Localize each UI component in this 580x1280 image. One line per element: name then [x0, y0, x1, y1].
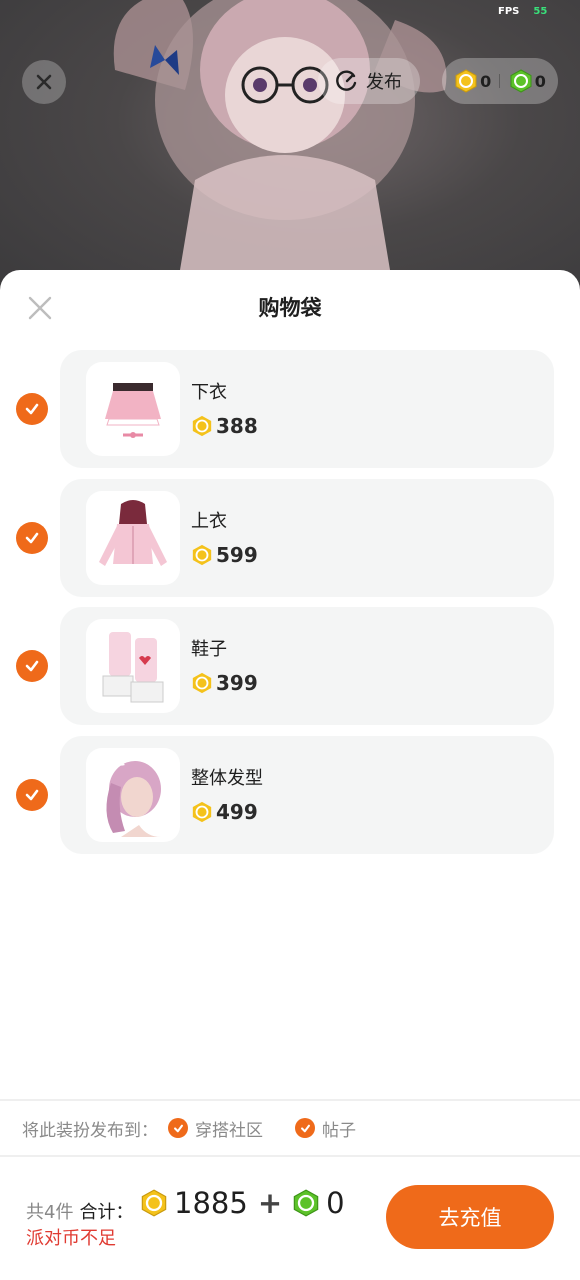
cart-item: 上衣 599	[0, 479, 580, 597]
gold-coin-icon	[455, 69, 477, 93]
item-checkbox[interactable]	[16, 393, 48, 425]
gold-coin-icon	[141, 1189, 167, 1217]
close-icon	[36, 74, 52, 90]
shoes-thumbnail	[86, 619, 180, 713]
close-preview-button[interactable]	[22, 60, 66, 104]
item-count-line: 共4件 合计：	[26, 1198, 133, 1224]
coin-divider	[499, 74, 501, 88]
cart-item: 鞋子 399	[0, 607, 580, 725]
publish-option-community[interactable]: 穿搭社区	[168, 1116, 263, 1141]
item-card[interactable]: 整体发型 499	[60, 736, 554, 854]
green-total: 0	[326, 1186, 345, 1220]
check-icon	[25, 789, 39, 801]
option-label: 穿搭社区	[195, 1120, 263, 1141]
check-icon	[25, 403, 39, 415]
item-price-value: 499	[216, 800, 258, 824]
green-coin-count: 0	[534, 71, 546, 91]
check-icon	[25, 660, 39, 672]
avatar-preview-scene	[0, 0, 580, 300]
publish-icon	[336, 70, 357, 91]
fps-counter: FPS 55	[498, 6, 547, 17]
publish-target-row: 将此装扮发布到： 穿搭社区 帖子	[0, 1100, 580, 1156]
hairstyle-thumbnail	[86, 748, 180, 842]
item-name: 上衣	[191, 511, 227, 532]
total-label: 合计：	[79, 1202, 134, 1223]
item-name: 整体发型	[191, 768, 263, 789]
skirt-icon	[105, 383, 161, 438]
item-price-value: 388	[216, 414, 258, 438]
item-card[interactable]: 鞋子 399	[60, 607, 554, 725]
total-amount: 1885 + 0	[140, 1186, 345, 1220]
item-price: 499	[191, 800, 258, 824]
coin-balance[interactable]: 0 0	[442, 58, 558, 104]
sheet-title: 购物袋	[258, 296, 322, 320]
check-icon	[173, 1124, 183, 1132]
green-coin-icon	[510, 69, 532, 93]
item-checkbox[interactable]	[16, 522, 48, 554]
publish-label: 发布	[366, 72, 402, 93]
item-price-value: 599	[216, 543, 258, 567]
gold-coin-icon	[192, 415, 212, 437]
avatar-illustration	[113, 0, 447, 300]
checkout-footer: 共4件 合计： 1885 + 0 派对币不足 去充值	[0, 1158, 580, 1280]
hairstyle-icon	[106, 757, 161, 837]
fps-label: FPS	[498, 6, 520, 17]
gold-coin-icon	[192, 801, 212, 823]
gold-coin-icon	[192, 544, 212, 566]
check-icon	[25, 532, 39, 544]
option-checkbox	[168, 1118, 188, 1138]
plus-sign: +	[257, 1186, 283, 1220]
skirt-thumbnail	[86, 362, 180, 456]
gold-total: 1885	[174, 1186, 248, 1220]
publish-button[interactable]: 发布	[318, 58, 420, 104]
item-name: 下衣	[191, 382, 227, 403]
option-checkbox	[295, 1118, 315, 1138]
publish-option-post[interactable]: 帖子	[295, 1116, 356, 1141]
item-price: 599	[191, 543, 258, 567]
item-price-value: 399	[216, 671, 258, 695]
green-coin-icon	[293, 1189, 319, 1217]
cart-item: 下衣 388	[0, 350, 580, 468]
gold-coin-count: 0	[480, 71, 492, 91]
item-price: 399	[191, 671, 258, 695]
item-name: 鞋子	[191, 639, 227, 660]
hoodie-icon	[99, 500, 167, 566]
option-label: 帖子	[322, 1120, 356, 1141]
item-card[interactable]: 下衣 388	[60, 350, 554, 468]
fps-value: 55	[533, 6, 548, 17]
hoodie-thumbnail	[86, 491, 180, 585]
item-card[interactable]: 上衣 599	[60, 479, 554, 597]
divider	[0, 1155, 580, 1157]
recharge-button[interactable]: 去充值	[386, 1185, 554, 1249]
gold-coin-icon	[192, 672, 212, 694]
item-price: 388	[191, 414, 258, 438]
publish-to-label: 将此装扮发布到：	[22, 1120, 158, 1141]
cart-item: 整体发型 499	[0, 736, 580, 854]
check-icon	[300, 1124, 310, 1132]
item-checkbox[interactable]	[16, 779, 48, 811]
shoes-icon	[102, 632, 164, 703]
item-count: 共4件	[26, 1202, 74, 1223]
item-checkbox[interactable]	[16, 650, 48, 682]
insufficient-funds-warning: 派对币不足	[26, 1228, 116, 1249]
